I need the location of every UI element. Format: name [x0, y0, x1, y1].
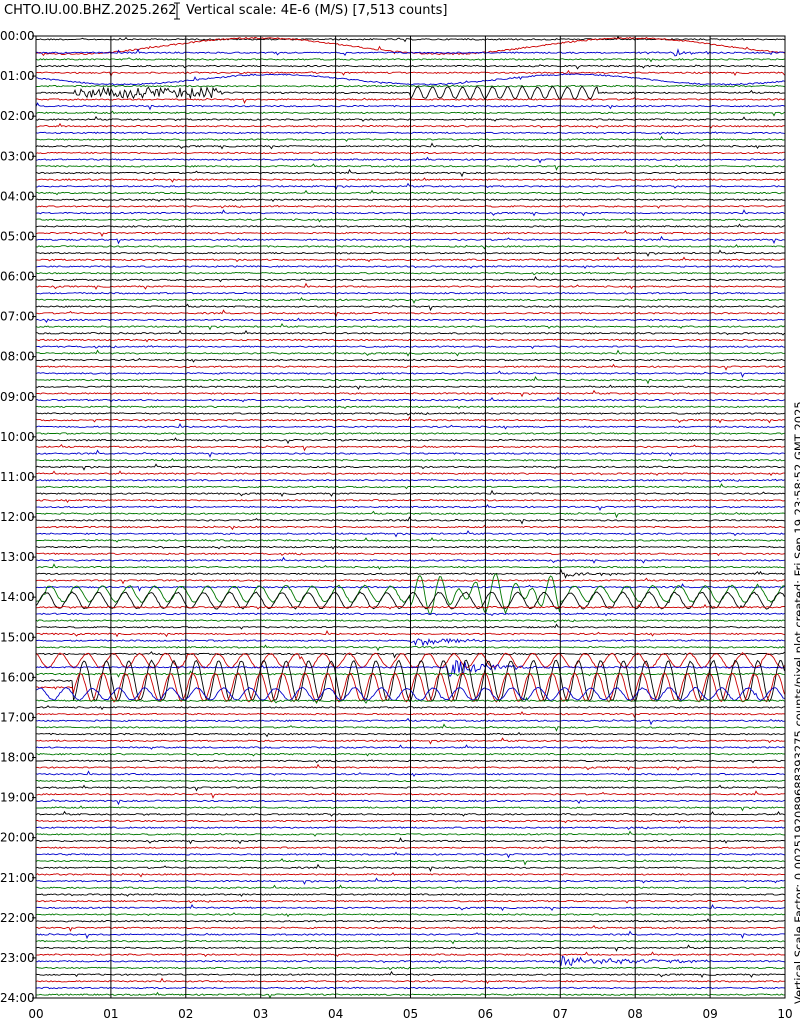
x-tick-label-06: 06 [478, 1007, 493, 1021]
x-tick-label-00: 00 [28, 1007, 43, 1021]
y-tick-labels: 00:00 01:00 02:00 03:00 04:00 05:00 06:00 07:00… [0, 29, 35, 1005]
x-tick-label-07: 07 [553, 1007, 568, 1021]
y-tick-label-07:00: 07:00 [0, 310, 35, 324]
y-tick-label-12:00: 12:00 [0, 510, 35, 524]
x-tick-label-05: 05 [403, 1007, 418, 1021]
x-tick-label-08: 08 [628, 1007, 643, 1021]
y-tick-label-10:00: 10:00 [0, 430, 35, 444]
y-tick-label-13:00: 13:00 [0, 550, 35, 564]
seismogram-plot: 00:00 01:00 02:00 03:00 04:00 05:00 06:00 07:00… [0, 29, 793, 1021]
y-tick-label-21:00: 21:00 [0, 871, 35, 885]
y-tick-label-19:00: 19:00 [0, 791, 35, 805]
x-tick-label-01: 01 [103, 1007, 118, 1021]
y-tick-label-04:00: 04:00 [0, 189, 35, 203]
y-tick-label-00:00: 00:00 [0, 29, 35, 43]
x-tick-labels: 00 01 02 03 04 05 06 07 08 09 10 [28, 1007, 792, 1021]
x-tick-label-03: 03 [253, 1007, 268, 1021]
y-tick-label-16:00: 16:00 [0, 670, 35, 684]
y-tick-label-22:00: 22:00 [0, 911, 35, 925]
x-tick-label-04: 04 [328, 1007, 343, 1021]
y-tick-label-18:00: 18:00 [0, 751, 35, 765]
y-tick-label-11:00: 11:00 [0, 470, 35, 484]
y-tick-label-15:00: 15:00 [0, 630, 35, 644]
y-tick-label-08:00: 08:00 [0, 350, 35, 364]
x-tick-label-10: 10 [777, 1007, 792, 1021]
y-tick-label-05:00: 05:00 [0, 229, 35, 243]
y-tick-label-01:00: 01:00 [0, 69, 35, 83]
y-tick-label-14:00: 14:00 [0, 590, 35, 604]
x-tick-label-02: 02 [178, 1007, 193, 1021]
side-note: Vertical Scale Factor: 0.002519208968839… [792, 401, 800, 1004]
x-tick-label-09: 09 [702, 1007, 717, 1021]
y-tick-label-17:00: 17:00 [0, 710, 35, 724]
y-tick-label-20:00: 20:00 [0, 831, 35, 845]
y-tick-label-06:00: 06:00 [0, 270, 35, 284]
y-tick-label-24:00: 24:00 [0, 991, 35, 1005]
y-tick-label-03:00: 03:00 [0, 149, 35, 163]
y-tick-label-23:00: 23:00 [0, 951, 35, 965]
y-tick-label-09:00: 09:00 [0, 390, 35, 404]
y-tick-label-02:00: 02:00 [0, 109, 35, 123]
